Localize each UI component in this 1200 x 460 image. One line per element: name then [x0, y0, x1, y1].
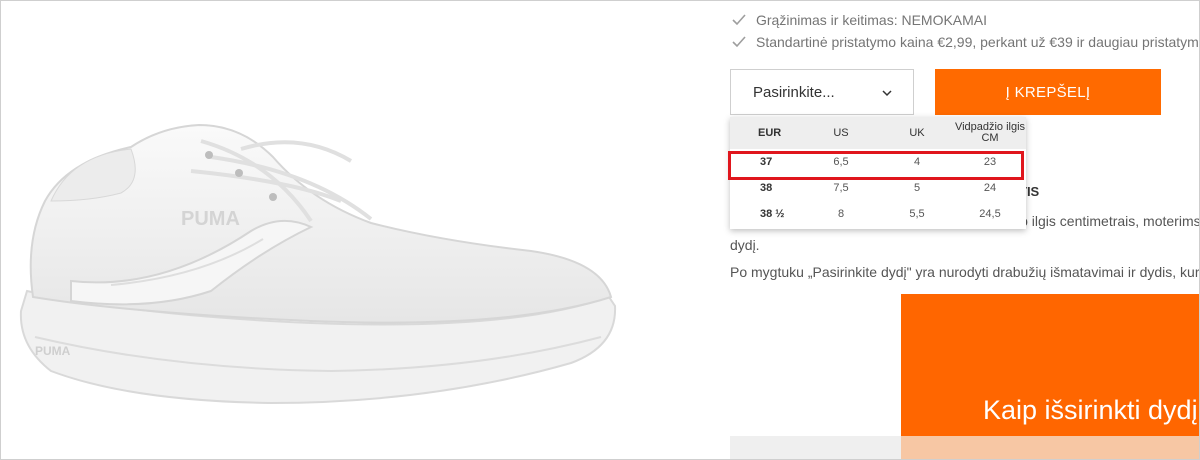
svg-text:PUMA: PUMA [35, 344, 71, 358]
check-icon [732, 14, 746, 26]
size-eur: 37 [760, 156, 773, 168]
size-uk: 4 [913, 156, 921, 168]
description-text-line: io ilgis centimetrais, moterims [1017, 213, 1200, 229]
size-guide-video-banner[interactable]: Kaip išsirinkti dydį [901, 294, 1199, 436]
product-image-sneaker: PUMA PUMA [19, 123, 617, 405]
benefit-text-returns: Grąžinimas ir keitimas: NEMOKAMAI [756, 12, 988, 28]
banner-title: Kaip išsirinkti dydį [983, 395, 1198, 425]
description-text-line: Po mygtuku „Pasirinkite dydį" yra nurody… [730, 264, 1200, 280]
benefit-item-returns: Grąžinimas ir keitimas: NEMOKAMAI [731, 9, 1199, 31]
svg-text:PUMA: PUMA [181, 208, 240, 230]
size-option-row[interactable]: 38 ½ 8 5,5 24,5 [730, 201, 1026, 227]
size-uk: 5,5 [909, 208, 925, 220]
delivery-benefits-list: Grąžinimas ir keitimas: NEMOKAMAI Standa… [731, 9, 1200, 53]
size-us: 7,5 [833, 182, 849, 194]
size-select-dropdown[interactable]: Pasirinkite... [730, 69, 914, 115]
header-us: US [833, 127, 849, 139]
benefit-item-delivery: Standartinė pristatymo kaina €2,99, perk… [731, 31, 1200, 53]
size-us: 6,5 [833, 156, 849, 168]
size-cm: 23 [983, 156, 997, 168]
size-eur: 38 ½ [760, 208, 785, 220]
description-text-line: dydį. [730, 237, 760, 253]
size-option-row[interactable]: 38 7,5 5 24 [730, 175, 1026, 201]
header-eur: EUR [758, 127, 782, 139]
check-icon [732, 36, 746, 48]
chevron-down-icon [882, 90, 892, 97]
benefit-text-delivery: Standartinė pristatymo kaina €2,99, perk… [756, 34, 1200, 50]
size-eur: 38 [760, 182, 773, 194]
size-dropdown-table: EUR US UK Vidpadžio ilgis CM 37 6,5 4 23… [730, 117, 1026, 229]
add-to-cart-button[interactable]: Į KREPŠELĮ [935, 69, 1161, 115]
size-option-row[interactable]: 37 6,5 4 23 [730, 149, 1026, 175]
size-table-header: EUR US UK Vidpadžio ilgis CM [730, 117, 1026, 149]
product-page: PUMA PUMA Grąžinimas ir keitimas: NEMOKA… [0, 0, 1200, 460]
size-cm: 24 [983, 182, 997, 194]
size-us: 8 [837, 208, 845, 220]
size-cm: 24,5 [979, 208, 1001, 220]
size-uk: 5 [913, 182, 921, 194]
banner-bottom-strip [901, 436, 1199, 459]
size-select-placeholder: Pasirinkite... [753, 83, 835, 101]
header-insole-cm: Vidpadžio ilgis CM [954, 121, 1026, 144]
add-to-cart-label: Į KREPŠELĮ [1005, 83, 1091, 101]
header-uk: UK [909, 127, 925, 139]
